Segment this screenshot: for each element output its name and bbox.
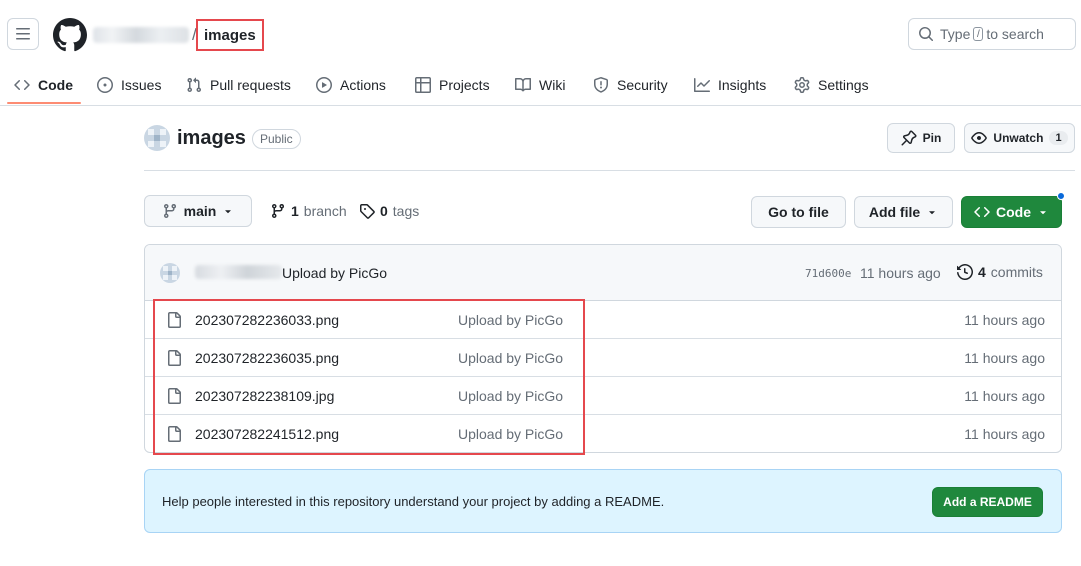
search-input[interactable]: Type / to search (908, 18, 1076, 50)
menu-button[interactable] (7, 18, 39, 50)
pin-label: Pin (922, 131, 942, 145)
breadcrumb-repo-label: images (204, 26, 256, 44)
add-file-button[interactable]: Add file (854, 196, 953, 228)
play-icon (316, 77, 332, 93)
eye-icon (971, 132, 988, 144)
repo-nav: Code Issues Pull requests Actions Projec… (0, 66, 1081, 106)
triangle-down-icon (929, 211, 935, 215)
latest-commit-message[interactable]: Upload by PicGo (282, 265, 387, 281)
commit-count: 4 (978, 264, 986, 280)
pull-request-icon (187, 77, 202, 93)
pin-button[interactable]: Pin (887, 123, 955, 153)
readme-prompt-banner: Help people interested in this repositor… (144, 469, 1062, 533)
gear-icon (794, 77, 810, 93)
issue-icon (97, 77, 113, 93)
repo-owner-avatar[interactable] (144, 125, 170, 151)
commit-author-avatar[interactable] (160, 263, 180, 283)
commits-history-link[interactable]: 4 commits (957, 264, 1043, 280)
history-icon (957, 264, 973, 280)
owner-name-redacted[interactable] (93, 27, 189, 43)
shield-icon (594, 77, 608, 93)
unwatch-label: Unwatch (993, 131, 1044, 145)
tag-count-label: tags (392, 203, 420, 219)
triangle-down-icon (225, 210, 232, 214)
tab-settings-label: Settings (818, 77, 869, 93)
add-readme-label: Add a README (943, 495, 1032, 509)
tab-security-label: Security (617, 77, 668, 93)
tab-pull-requests[interactable]: Pull requests (186, 66, 291, 104)
git-branch-icon (271, 204, 284, 219)
tab-projects[interactable]: Projects (415, 66, 490, 104)
readme-prompt-text: Help people interested in this repositor… (162, 494, 665, 509)
hamburger-icon (16, 28, 30, 40)
latest-commit-bar: Upload by PicGo 71d600e 11 hours ago 4 c… (145, 245, 1061, 301)
branch-selector[interactable]: main (144, 195, 252, 227)
tags-link[interactable]: 0 tags (359, 203, 419, 219)
notification-dot (1057, 192, 1065, 200)
code-icon (974, 206, 990, 218)
go-to-file-label: Go to file (768, 204, 829, 220)
add-file-label: Add file (868, 204, 921, 220)
tab-issues-label: Issues (121, 77, 162, 93)
code-icon (14, 79, 30, 91)
search-placeholder-prefix: Type (940, 26, 971, 42)
tab-insights[interactable]: Insights (694, 66, 766, 104)
tab-actions[interactable]: Actions (316, 66, 386, 104)
file-updated-time: 11 hours ago (964, 350, 1045, 366)
tab-issues[interactable]: Issues (97, 66, 161, 104)
code-button-label: Code (996, 204, 1031, 220)
search-placeholder-suffix: to search (986, 26, 1044, 42)
title-divider (144, 170, 1075, 171)
branch-name: main (183, 203, 217, 219)
breadcrumb-repo-name[interactable]: images (196, 19, 264, 51)
tab-code-label: Code (38, 77, 73, 93)
table-icon (415, 77, 431, 93)
tab-pull-requests-label: Pull requests (210, 77, 291, 93)
book-icon (515, 77, 531, 92)
add-readme-button[interactable]: Add a README (932, 487, 1043, 517)
search-shortcut-key: / (973, 27, 984, 41)
tab-projects-label: Projects (439, 77, 490, 93)
graph-icon (694, 78, 710, 92)
pin-icon (901, 130, 917, 146)
file-updated-time: 11 hours ago (964, 388, 1045, 404)
branch-count: 1 (291, 203, 299, 219)
tab-security[interactable]: Security (593, 66, 668, 104)
repo-title[interactable]: images (177, 127, 246, 150)
watch-count: 1 (1049, 131, 1068, 145)
tab-insights-label: Insights (718, 77, 767, 93)
commit-author-redacted[interactable] (195, 265, 282, 279)
tab-wiki-label: Wiki (539, 77, 566, 93)
visibility-badge: Public (252, 129, 301, 149)
tab-actions-label: Actions (340, 77, 386, 93)
file-updated-time: 11 hours ago (964, 312, 1045, 328)
github-logo-icon[interactable] (53, 18, 87, 52)
git-branch-icon (163, 204, 176, 219)
file-updated-time: 11 hours ago (964, 426, 1045, 442)
branch-count-label: branch (303, 203, 347, 219)
code-button[interactable]: Code (961, 196, 1062, 228)
active-tab-indicator (7, 102, 81, 104)
tab-wiki[interactable]: Wiki (515, 66, 565, 104)
go-to-file-button[interactable]: Go to file (751, 196, 846, 228)
commit-count-label: commits (990, 264, 1043, 280)
tag-icon (360, 204, 375, 219)
tab-settings[interactable]: Settings (794, 66, 869, 104)
branches-link[interactable]: 1 branch (270, 203, 347, 219)
annotation-highlight-box (153, 299, 585, 455)
triangle-down-icon (1040, 211, 1046, 215)
unwatch-button[interactable]: Unwatch 1 (964, 123, 1075, 153)
tab-code[interactable]: Code (14, 66, 73, 104)
search-icon (919, 27, 934, 42)
latest-commit-sha[interactable]: 71d600e (805, 267, 851, 280)
tag-count: 0 (380, 203, 388, 219)
latest-commit-time: 11 hours ago (860, 265, 941, 281)
